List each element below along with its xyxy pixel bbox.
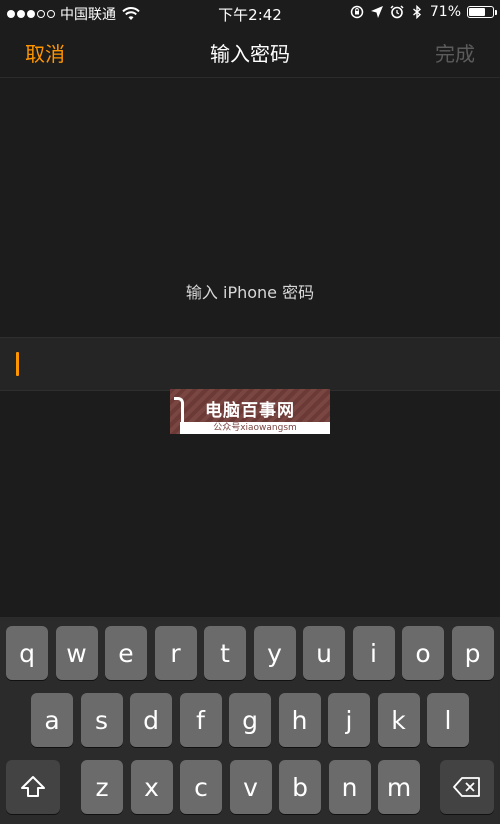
battery-icon [467,6,497,18]
key-n[interactable]: n [328,760,371,814]
keyboard-row-2: asdfghjkl [0,693,500,747]
text-cursor [16,352,19,376]
bluetooth-icon [412,5,421,19]
keyboard-row-1: qwertyuiop [0,626,500,680]
key-u[interactable]: u [303,626,345,680]
key-w[interactable]: w [55,626,98,680]
key-g[interactable]: g [229,693,271,747]
key-x[interactable]: x [130,760,173,814]
status-bar: 中国联通 下午2:42 71% [0,0,500,26]
key-d[interactable]: d [130,693,172,747]
key-q[interactable]: q [6,626,48,680]
key-y[interactable]: y [253,626,296,680]
key-l[interactable]: l [427,693,469,747]
watermark-logo: 电脑百事网 公众号xiaowangsm [170,389,330,434]
key-p[interactable]: p [451,626,494,680]
status-right: 71% [350,4,497,20]
location-arrow-icon [370,6,383,18]
key-f[interactable]: f [179,693,222,747]
key-v[interactable]: v [229,760,272,814]
delete-icon [453,777,480,797]
key-i[interactable]: i [352,626,395,680]
key-m[interactable]: m [378,760,420,814]
key-h[interactable]: h [278,693,321,747]
battery-percent: 71% [429,4,461,20]
battery-fill [469,8,485,16]
shift-key[interactable] [6,760,60,814]
keyboard-row-3: zxcvbnm [0,760,500,814]
key-z[interactable]: z [81,760,123,814]
key-s[interactable]: s [80,693,123,747]
watermark-subtitle: 公众号xiaowangsm [180,422,330,434]
navigation-bar: 取消 输入密码 完成 [0,26,500,78]
alarm-icon [390,5,404,19]
key-r[interactable]: r [154,626,197,680]
key-a[interactable]: a [31,693,73,747]
shift-icon [21,776,45,797]
delete-key[interactable] [440,760,494,814]
password-field[interactable] [0,337,500,391]
key-j[interactable]: j [328,693,370,747]
password-prompt: 输入 iPhone 密码 [185,283,315,302]
key-k[interactable]: k [377,693,420,747]
key-e[interactable]: e [105,626,147,680]
watermark-title: 电脑百事网 [205,401,295,421]
key-t[interactable]: t [204,626,246,680]
key-b[interactable]: b [279,760,321,814]
keyboard: qwertyuiop asdfghjkl zxcvbnm [0,617,500,824]
key-o[interactable]: o [402,626,444,680]
key-c[interactable]: c [180,760,222,814]
orientation-lock-icon [350,5,364,19]
screen: 中国联通 下午2:42 71% 取消 输入密码 完成 输入 iPhone 密码 … [0,0,500,824]
page-title: 输入密码 [210,42,290,66]
done-button[interactable]: 完成 [435,38,475,67]
